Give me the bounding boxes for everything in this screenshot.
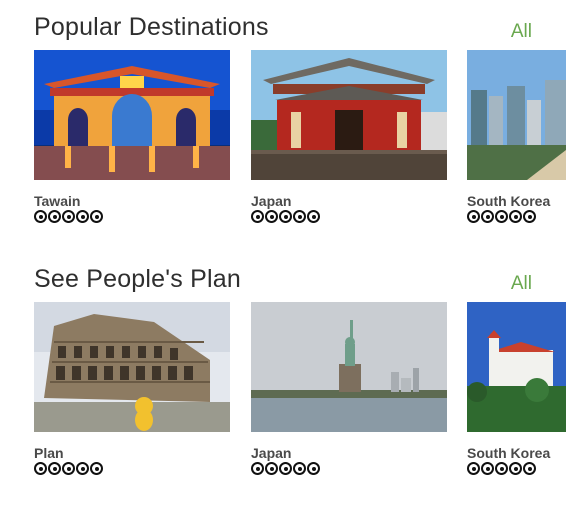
rating-dot-icon bbox=[523, 462, 536, 475]
japan-temple-photo bbox=[251, 50, 447, 180]
taiwan-gate-photo bbox=[34, 50, 230, 180]
rating-dot-icon bbox=[62, 462, 75, 475]
card-label: South Korea bbox=[467, 193, 551, 209]
section-title: See People's Plan bbox=[34, 265, 241, 293]
rating-dot-icon bbox=[62, 210, 75, 223]
statue-of-liberty-photo bbox=[251, 302, 447, 432]
rating-dot-icon bbox=[293, 462, 306, 475]
rating-dot-icon bbox=[76, 210, 89, 223]
rating-dot-icon bbox=[509, 462, 522, 475]
colosseum-photo bbox=[34, 302, 230, 432]
all-link[interactable]: All bbox=[511, 273, 532, 295]
rating-dot-icon bbox=[509, 210, 522, 223]
card-label: Japan bbox=[251, 445, 292, 461]
rating-dot-icon bbox=[34, 210, 47, 223]
rating-dot-icon bbox=[265, 210, 278, 223]
rating-dot-icon bbox=[495, 210, 508, 223]
rating bbox=[34, 462, 230, 475]
rating bbox=[467, 462, 566, 475]
rating-dot-icon bbox=[307, 210, 320, 223]
rating-dot-icon bbox=[48, 462, 61, 475]
card-label: Japan bbox=[251, 193, 292, 209]
rating-dot-icon bbox=[90, 462, 103, 475]
rating-dot-icon bbox=[279, 462, 292, 475]
section-title: Popular Destinations bbox=[34, 13, 269, 41]
rating-dot-icon bbox=[307, 462, 320, 475]
rating bbox=[467, 210, 566, 223]
rating bbox=[251, 462, 447, 475]
rating-dot-icon bbox=[293, 210, 306, 223]
rating-dot-icon bbox=[495, 462, 508, 475]
plan-card[interactable]: Japan bbox=[251, 302, 447, 475]
rating-dot-icon bbox=[467, 462, 480, 475]
rating-dot-icon bbox=[90, 210, 103, 223]
plan-card[interactable]: Plan bbox=[34, 302, 230, 475]
card-label: South Korea bbox=[467, 445, 551, 461]
rating bbox=[34, 210, 230, 223]
all-link[interactable]: All bbox=[511, 21, 532, 43]
rating-dot-icon bbox=[467, 210, 480, 223]
destination-card[interactable]: South Korea bbox=[467, 50, 566, 223]
rating-dot-icon bbox=[48, 210, 61, 223]
rating-dot-icon bbox=[265, 462, 278, 475]
rating-dot-icon bbox=[481, 462, 494, 475]
rating-dot-icon bbox=[34, 462, 47, 475]
castle-photo bbox=[467, 302, 566, 432]
rating-dot-icon bbox=[279, 210, 292, 223]
rating-dot-icon bbox=[76, 462, 89, 475]
plan-card[interactable]: South Korea bbox=[467, 302, 566, 475]
rating-dot-icon bbox=[523, 210, 536, 223]
rating-dot-icon bbox=[251, 210, 264, 223]
destination-card[interactable]: Japan bbox=[251, 50, 447, 223]
rating-dot-icon bbox=[251, 462, 264, 475]
rating-dot-icon bbox=[481, 210, 494, 223]
korea-city-photo bbox=[467, 50, 566, 180]
peoples-plan-section: See People's Plan All Plan Japan South K… bbox=[0, 260, 566, 517]
card-label: Plan bbox=[34, 445, 64, 461]
destination-card[interactable]: Tawain bbox=[34, 50, 230, 223]
popular-destinations-section: Popular Destinations All Tawain Japan So… bbox=[0, 0, 566, 250]
rating bbox=[251, 210, 447, 223]
card-label: Tawain bbox=[34, 193, 81, 209]
